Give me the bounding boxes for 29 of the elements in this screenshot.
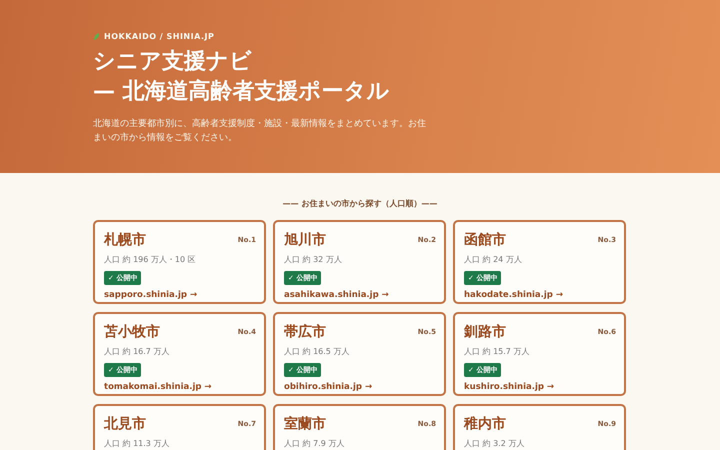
- city-link[interactable]: hakodate.shinia.jp →: [464, 290, 616, 300]
- population-text: 人口 約 15.7 万人: [464, 346, 530, 357]
- population-text: 人口 約 3.2 万人: [464, 438, 526, 449]
- city-link[interactable]: obihiro.shinia.jp →: [284, 382, 436, 392]
- population-text: 人口 約 196 万人・10 区: [104, 254, 197, 265]
- page-title: シニア支援ナビ — 北海道高齢者支援ポータル: [93, 48, 391, 106]
- city-name: 札幌市: [104, 231, 146, 249]
- population-text: 人口 約 16.5 万人: [284, 346, 350, 357]
- city-name: 室蘭市: [284, 415, 326, 433]
- hero-description: 北海道の主要都市別に、高齢者支援制度・施設・最新情報をまとめています。お住まいの市から情報をご覧ください。: [93, 118, 427, 145]
- city-name: 帯広市: [284, 323, 326, 341]
- population-text: 人口 約 11.3 万人: [104, 438, 170, 449]
- city-name: 北見市: [104, 415, 146, 433]
- city-name: 函館市: [464, 231, 506, 249]
- city-link[interactable]: tomakomai.shinia.jp →: [104, 382, 256, 392]
- city-name: 旭川市: [284, 231, 326, 249]
- city-link[interactable]: asahikawa.shinia.jp →: [284, 290, 436, 300]
- city-link[interactable]: kushiro.shinia.jp →: [464, 382, 616, 392]
- population-text: 人口 約 16.7 万人: [104, 346, 170, 357]
- city-link[interactable]: sapporo.shinia.jp →: [104, 290, 256, 300]
- city-name: 苫小牧市: [104, 323, 160, 341]
- leaf-icon: [93, 32, 100, 41]
- population-text: 人口 約 32 万人: [284, 254, 343, 265]
- population-text: 人口 約 24 万人: [464, 254, 523, 265]
- city-name: 稚内市: [464, 415, 506, 433]
- section-heading: —— お住まいの市から探す（人口順）——: [282, 198, 438, 209]
- site-label: HOKKAIDO / SHINIA.JP: [104, 32, 214, 41]
- population-text: 人口 約 7.9 万人: [284, 438, 346, 449]
- city-name: 釧路市: [464, 323, 506, 341]
